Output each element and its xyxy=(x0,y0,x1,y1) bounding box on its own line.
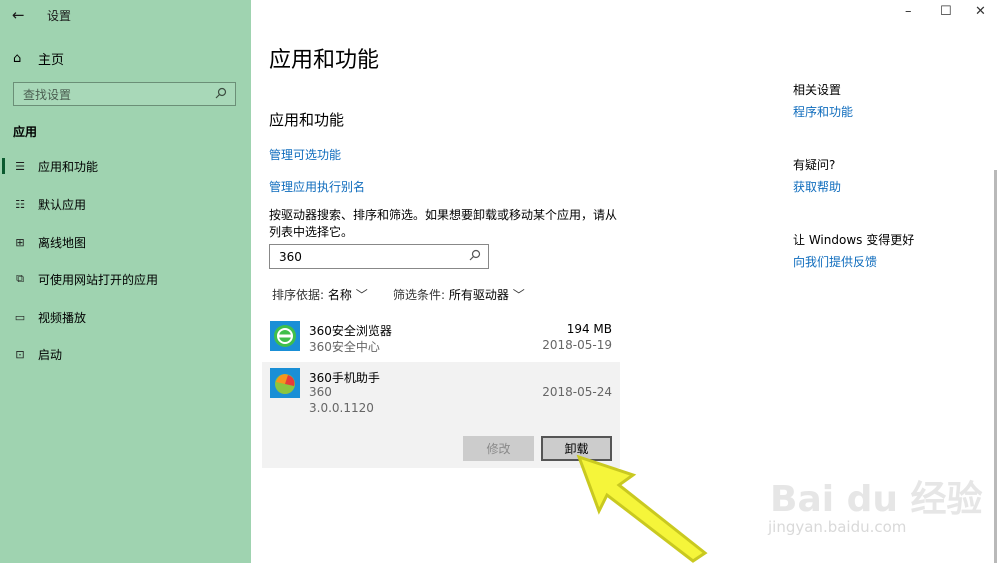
page-title: 应用和功能 xyxy=(269,48,380,73)
sidebar-home-label: 主页 xyxy=(38,53,65,68)
sidebar-home[interactable]: ⌂ 主页 xyxy=(13,49,64,68)
app-search-value: 360 xyxy=(279,249,302,264)
sidebar-item-default-apps[interactable]: ☷ 默认应用 xyxy=(0,189,251,219)
sidebar: ← 设置 ⌂ 主页 查找设置 应用 ☰ 应用和功能 ☷ 默认应用 ⊞ 离线地图 … xyxy=(0,0,251,563)
sort-value: 名称 xyxy=(327,288,352,302)
manage-app-aliases-link[interactable]: 管理应用执行别名 xyxy=(269,178,365,195)
app-name: 360安全浏览器 xyxy=(309,324,392,338)
back-arrow-icon[interactable]: ← xyxy=(12,6,25,24)
app-size: 194 MB xyxy=(566,322,612,336)
programs-features-link[interactable]: 程序和功能 xyxy=(793,103,853,120)
modify-button[interactable]: 修改 xyxy=(463,436,534,461)
sidebar-item-apps-features[interactable]: ☰ 应用和功能 xyxy=(0,151,251,181)
filter-description: 按驱动器搜索、排序和筛选。如果想要卸载或移动某个应用，请从列表中选择它。 xyxy=(269,208,618,239)
360-browser-icon xyxy=(270,321,300,351)
app-date: 2018-05-19 xyxy=(542,338,612,352)
sidebar-item-label: 默认应用 xyxy=(38,197,87,212)
offline-maps-icon: ⊞ xyxy=(15,235,25,249)
window-title: 设置 xyxy=(47,9,72,23)
filter-label: 筛选条件: xyxy=(393,288,446,302)
home-icon: ⌂ xyxy=(13,51,22,66)
default-apps-icon: ☷ xyxy=(15,197,25,211)
app-list-item[interactable]: 360安全浏览器 360安全中心 194 MB 2018-05-19 xyxy=(262,316,620,360)
chevron-down-icon: ﹀ xyxy=(355,288,368,302)
close-icon[interactable]: ✕ xyxy=(975,4,986,19)
pointer-arrow-icon xyxy=(576,455,708,563)
app-publisher: 360安全中心 xyxy=(309,340,380,354)
scrollbar[interactable] xyxy=(994,170,997,563)
filter-drive-value: 所有驱动器 xyxy=(448,288,509,302)
sidebar-item-offline-maps[interactable]: ⊞ 离线地图 xyxy=(0,227,251,257)
sidebar-item-apps-for-websites[interactable]: ⧉ 可使用网站打开的应用 xyxy=(0,264,251,294)
app-list-item-selected[interactable]: 360手机助手 360 3.0.0.1120 2018-05-24 修改 卸载 xyxy=(262,362,620,468)
sidebar-item-label: 可使用网站打开的应用 xyxy=(38,272,159,287)
maximize-icon[interactable]: ☐ xyxy=(940,4,952,19)
settings-search-placeholder: 查找设置 xyxy=(23,87,72,102)
video-playback-icon: ▭ xyxy=(14,310,26,324)
chevron-down-icon: ﹀ xyxy=(512,288,525,302)
sort-label: 排序依据: xyxy=(272,288,325,302)
sidebar-item-label: 应用和功能 xyxy=(38,159,99,174)
app-version: 3.0.0.1120 xyxy=(309,401,374,415)
search-icon[interactable] xyxy=(215,87,229,102)
questions-heading: 有疑问? xyxy=(793,158,836,172)
app-publisher: 360 xyxy=(309,385,332,399)
manage-optional-features-link[interactable]: 管理可选功能 xyxy=(269,146,341,163)
minimize-icon[interactable]: – xyxy=(905,4,912,19)
section-title: 应用和功能 xyxy=(269,111,345,129)
give-feedback-link[interactable]: 向我们提供反馈 xyxy=(793,253,877,270)
apps-for-websites-icon: ⧉ xyxy=(16,272,24,285)
sidebar-item-label: 离线地图 xyxy=(38,235,87,250)
active-indicator xyxy=(2,158,5,174)
filter-drive-dropdown[interactable]: 筛选条件: 所有驱动器 ﹀ xyxy=(393,286,525,303)
sidebar-item-label: 视频播放 xyxy=(38,310,87,325)
sidebar-item-video-playback[interactable]: ▭ 视频播放 xyxy=(0,302,251,332)
sidebar-section-apps: 应用 xyxy=(13,125,38,139)
sidebar-item-startup[interactable]: ⊡ 启动 xyxy=(0,339,251,369)
360-mobile-assistant-icon xyxy=(270,368,300,398)
watermark-url: jingyan.baidu.com xyxy=(768,518,907,536)
app-name: 360手机助手 xyxy=(309,371,380,385)
apps-features-icon: ☰ xyxy=(15,159,25,173)
sort-dropdown[interactable]: 排序依据: 名称 ﹀ xyxy=(272,286,368,303)
sidebar-item-label: 启动 xyxy=(38,347,63,362)
improve-windows-heading: 让 Windows 变得更好 xyxy=(793,233,915,247)
related-settings-heading: 相关设置 xyxy=(793,83,842,97)
settings-search-input[interactable]: 查找设置 xyxy=(13,82,236,106)
baidu-logo-watermark: Bai du 经验 xyxy=(770,479,983,520)
app-search-input[interactable]: 360 xyxy=(269,244,489,269)
search-icon[interactable] xyxy=(469,249,481,264)
startup-icon: ⊡ xyxy=(15,347,25,361)
get-help-link[interactable]: 获取帮助 xyxy=(793,178,841,195)
app-date: 2018-05-24 xyxy=(542,385,612,399)
